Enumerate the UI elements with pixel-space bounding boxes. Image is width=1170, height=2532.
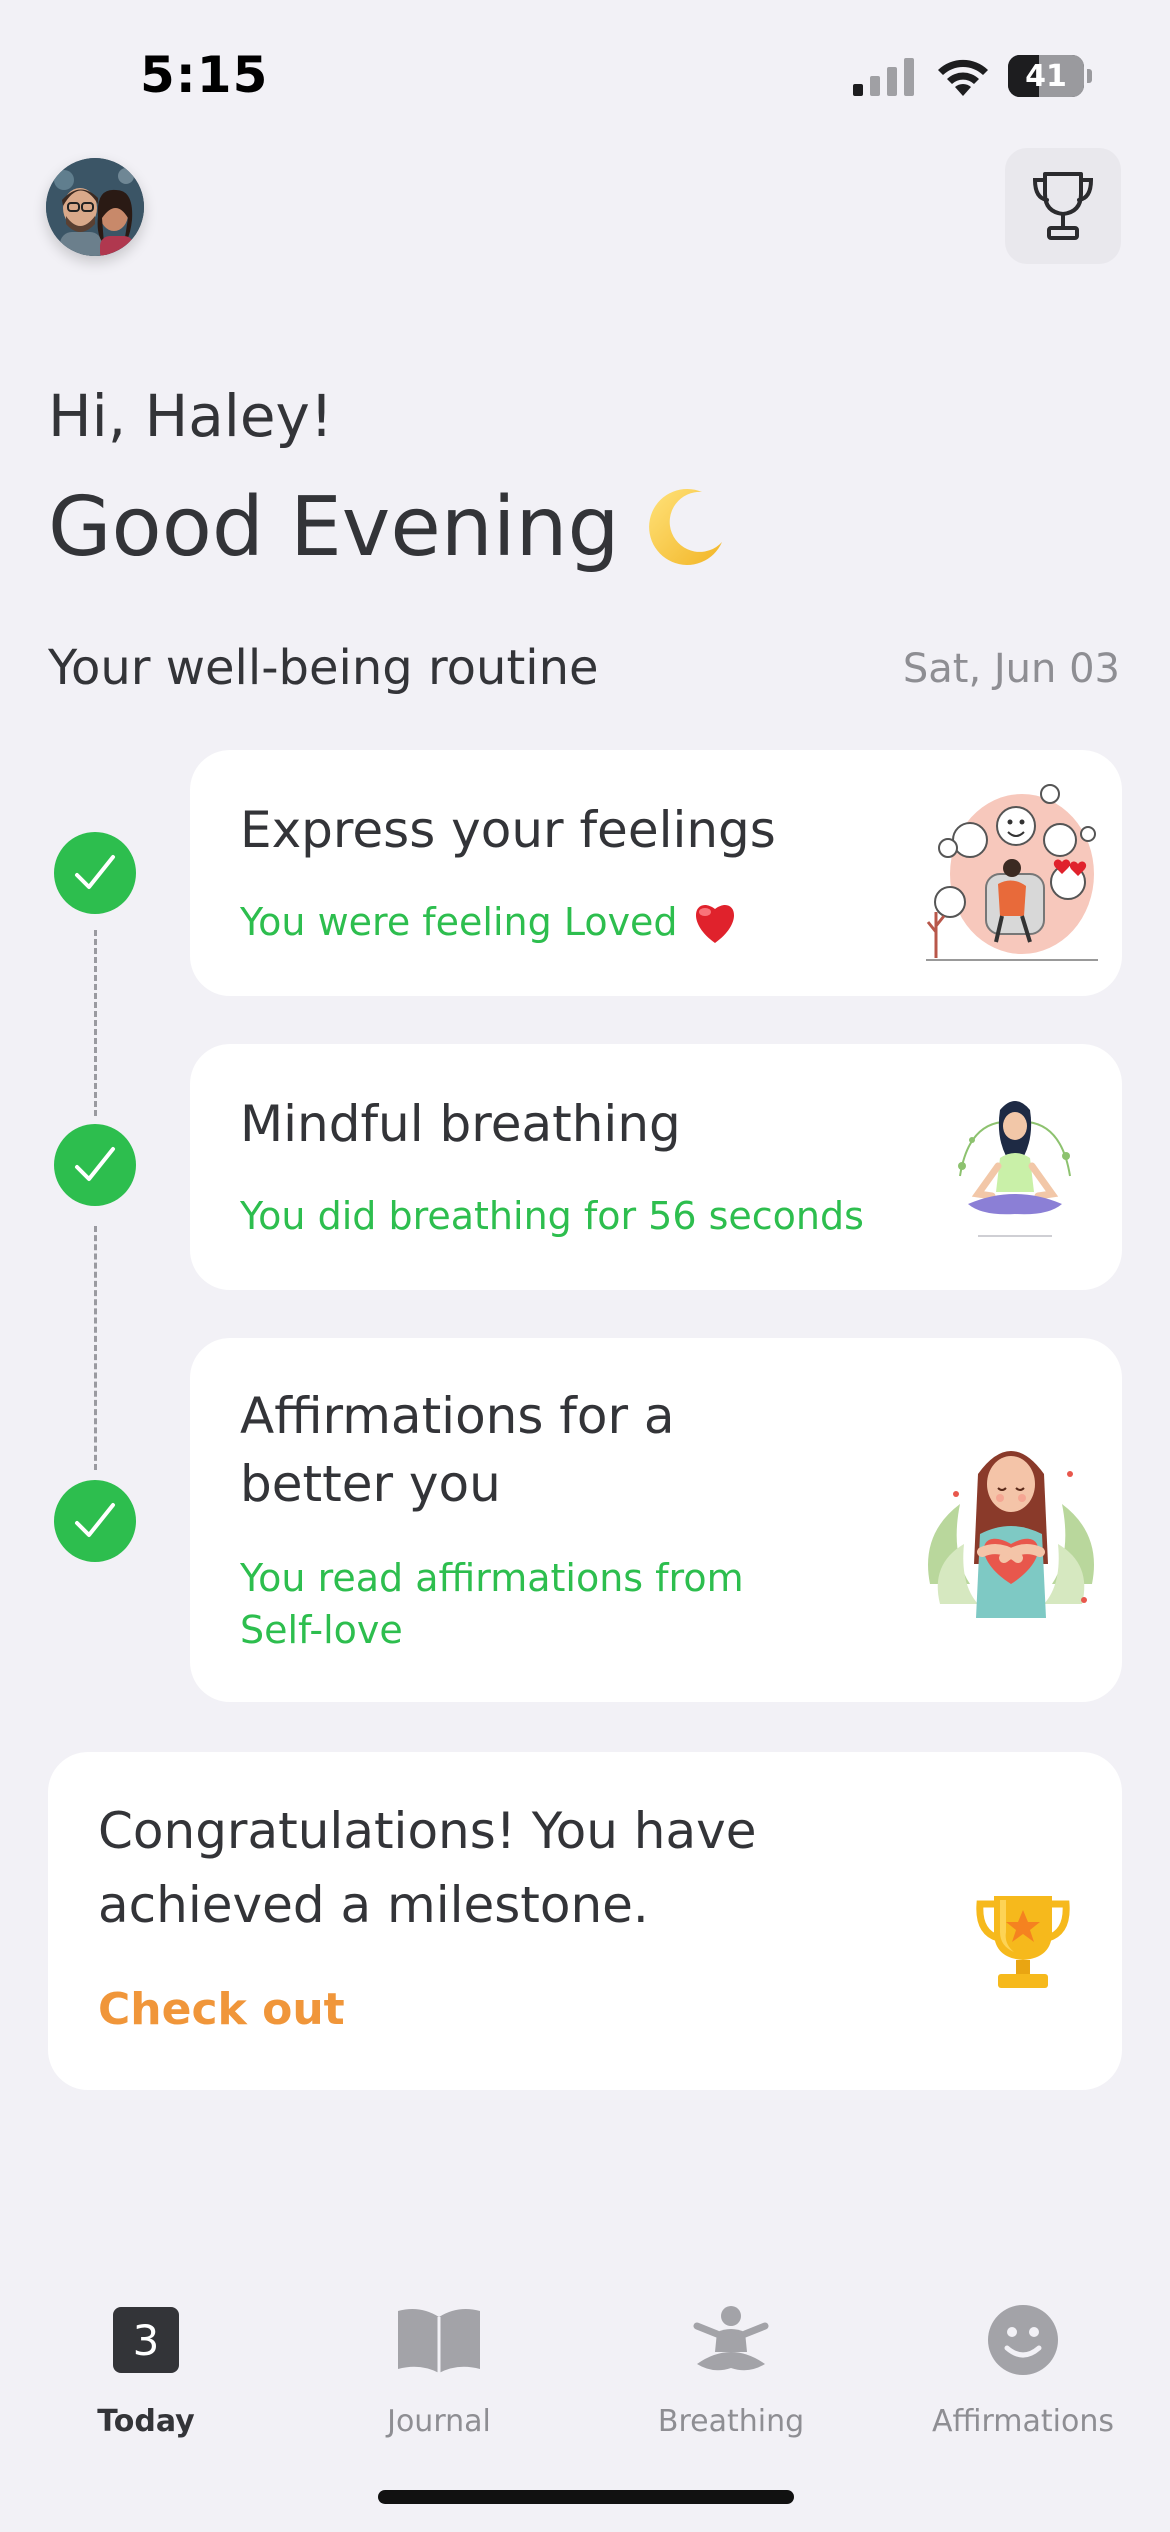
battery-indicator: 41 <box>1008 55 1092 97</box>
card-title-line-2: better you <box>240 1455 501 1513</box>
card-subtitle-line-2: Self-love <box>240 1608 403 1652</box>
completed-check-3 <box>54 1480 136 1562</box>
battery-percent: 41 <box>1025 58 1067 94</box>
routine-title: Your well-being routine <box>48 640 599 696</box>
meditation-illustration <box>958 1101 1071 1237</box>
card-subtitle: You did breathing for 56 seconds <box>240 1194 864 1238</box>
tab-label: Breathing <box>657 2404 805 2439</box>
card-title: Express your feelings <box>240 801 776 859</box>
affirmations-card[interactable]: Affirmations for a better you You read a… <box>190 1338 1122 1702</box>
check-out-link[interactable]: Check out <box>98 1984 345 2035</box>
profile-avatar[interactable] <box>46 158 144 256</box>
tab-affirmations[interactable]: Affirmations <box>908 2300 1138 2439</box>
tab-journal[interactable]: Journal <box>324 2300 554 2439</box>
card-subtitle: You were feeling Loved <box>240 896 740 948</box>
emotions-illustration <box>926 784 1098 961</box>
milestone-line-1: Congratulations! You have <box>98 1802 757 1860</box>
greeting-text: Hi, Haley! <box>48 382 334 450</box>
wifi-icon <box>938 59 988 96</box>
trophy-icon <box>1032 172 1094 240</box>
salutation-text: Good Evening <box>48 480 620 575</box>
calendar-day-icon: 3 <box>113 2307 179 2373</box>
checkmark-icon <box>75 1503 115 1537</box>
status-time: 5:15 <box>140 46 269 104</box>
home-indicator[interactable] <box>378 2490 794 2504</box>
card-title: Mindful breathing <box>240 1095 681 1153</box>
card-title-line-1: Affirmations for a <box>240 1387 675 1445</box>
heart-icon <box>695 905 734 943</box>
checkmark-icon <box>75 855 115 889</box>
timeline-connector <box>94 930 97 1116</box>
milestone-line-2: achieved a milestone. <box>98 1876 649 1934</box>
tab-breathing[interactable]: Breathing <box>616 2300 846 2439</box>
express-feelings-card[interactable]: Express your feelings You were feeling L… <box>190 750 1122 996</box>
gold-trophy-icon <box>976 1896 1070 1988</box>
checkmark-icon <box>75 1147 115 1181</box>
book-icon <box>398 2309 480 2373</box>
self-love-illustration <box>928 1451 1094 1618</box>
crescent-moon-icon <box>648 488 722 565</box>
mindful-breathing-card[interactable]: Mindful breathing You did breathing for … <box>190 1044 1122 1290</box>
achievements-button[interactable] <box>1005 148 1121 264</box>
salutation-heading: Good Evening <box>48 480 726 575</box>
routine-date: Sat, Jun 03 <box>902 646 1120 692</box>
completed-check-2 <box>54 1124 136 1206</box>
cellular-signal-icon <box>853 58 914 96</box>
meditation-icon <box>693 2306 769 2371</box>
smiley-icon <box>988 2305 1058 2375</box>
tab-label: Journal <box>387 2404 491 2439</box>
card-subtitle-line-1: You read affirmations from <box>240 1556 744 1600</box>
timeline-connector <box>94 1226 97 1470</box>
tab-today[interactable]: 3 Today <box>31 2300 261 2439</box>
tab-label: Affirmations <box>931 2404 1115 2439</box>
avatar-photo <box>46 158 144 256</box>
milestone-card[interactable]: Congratulations! You have achieved a mil… <box>48 1752 1122 2090</box>
feeling-text: You were feeling Loved <box>240 900 678 944</box>
completed-check-1 <box>54 832 136 914</box>
tab-label: Today <box>97 2404 195 2439</box>
